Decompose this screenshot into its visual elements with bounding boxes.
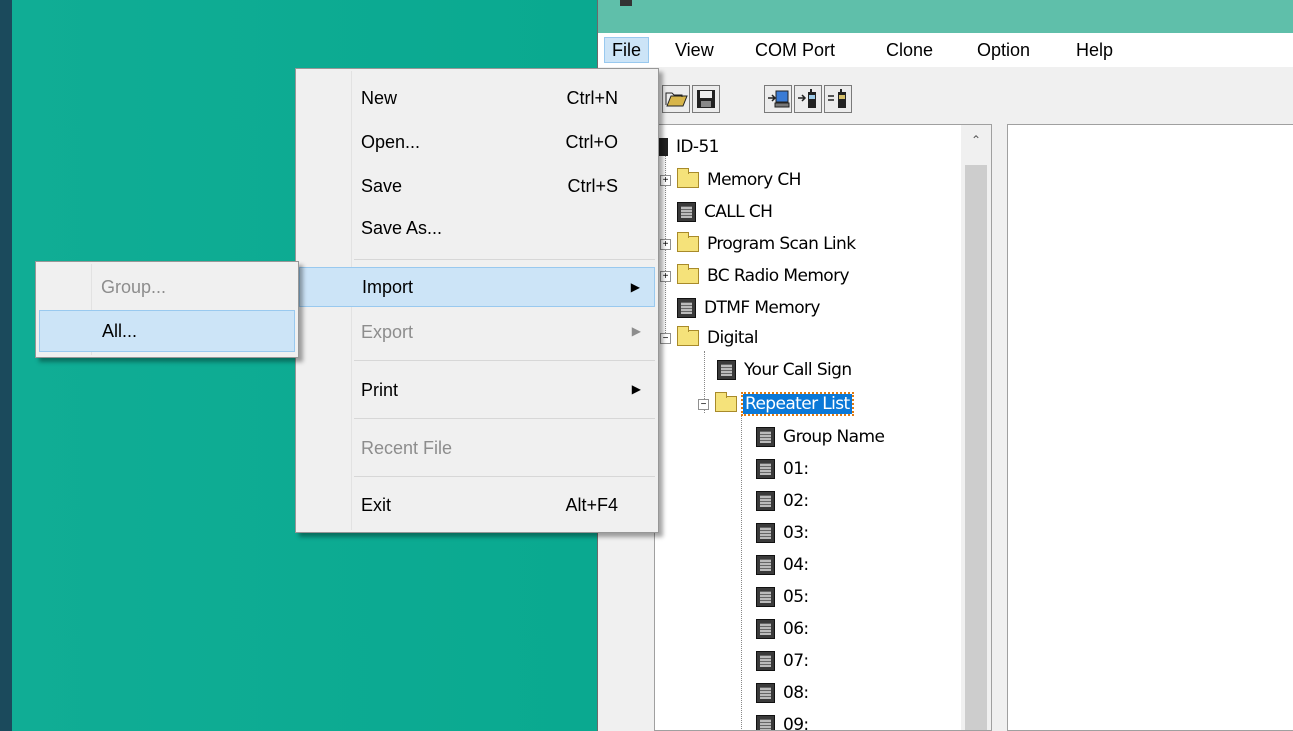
menu-item-print[interactable]: Print ▶ xyxy=(299,375,655,405)
submenu-item-all[interactable]: All... xyxy=(39,310,295,352)
document-icon xyxy=(756,491,775,511)
menu-com-port[interactable]: COM Port xyxy=(748,37,842,63)
toolbar xyxy=(598,67,1293,123)
document-icon xyxy=(756,523,775,543)
scroll-up-icon[interactable]: ⌃ xyxy=(961,125,991,155)
document-icon xyxy=(717,360,736,380)
menu-item-save-as[interactable]: Save As... xyxy=(299,213,655,243)
document-icon xyxy=(756,683,775,703)
radio-icon xyxy=(659,138,668,156)
folder-icon xyxy=(677,168,699,188)
collapse-icon[interactable]: − xyxy=(660,332,671,344)
tree-item-memory-ch[interactable]: + Memory CH xyxy=(660,165,803,195)
document-icon xyxy=(756,619,775,639)
document-icon xyxy=(677,298,696,318)
app-window: File View COM Port Clone Option Help ID-… xyxy=(597,0,1293,731)
menu-item-import[interactable]: Import ▶ xyxy=(299,267,655,307)
tree-item-root[interactable]: ID-51 xyxy=(659,132,721,162)
tree-item-repeater[interactable]: 02: xyxy=(756,486,811,516)
menu-item-save[interactable]: Save Ctrl+S xyxy=(299,171,655,201)
menu-separator xyxy=(354,259,655,260)
document-icon xyxy=(756,715,775,730)
tree-item-repeater[interactable]: 05: xyxy=(756,582,811,612)
expand-icon[interactable]: + xyxy=(660,238,671,250)
read-from-radio-icon[interactable] xyxy=(764,85,792,113)
menu-clone[interactable]: Clone xyxy=(879,37,940,63)
folder-icon xyxy=(715,392,737,412)
tree-scrollbar[interactable]: ⌃ xyxy=(961,125,991,730)
menu-item-exit[interactable]: Exit Alt+F4 xyxy=(299,490,655,520)
folder-icon xyxy=(677,264,699,284)
submenu-arrow-icon: ▶ xyxy=(631,382,641,396)
tree-item-repeater[interactable]: 07: xyxy=(756,646,811,676)
tree-item-repeater[interactable]: 06: xyxy=(756,614,811,644)
tree-item-repeater-list[interactable]: − Repeater List xyxy=(698,389,854,419)
tree-item-dtmf-memory[interactable]: DTMF Memory xyxy=(677,293,822,323)
submenu-arrow-icon: ▶ xyxy=(631,324,641,338)
scrollbar-thumb[interactable] xyxy=(965,165,987,730)
submenu-item-group: Group... xyxy=(101,277,167,297)
menu-item-new[interactable]: New Ctrl+N xyxy=(299,83,655,113)
save-disk-icon[interactable] xyxy=(692,85,720,113)
tree-view[interactable]: ID-51 + Memory CH CALL CH + Program Scan… xyxy=(654,124,992,731)
submenu-arrow-icon: ▶ xyxy=(630,280,640,294)
collapse-icon[interactable]: − xyxy=(698,398,709,410)
tree-item-repeater[interactable]: 09: xyxy=(756,710,811,730)
menu-separator xyxy=(354,360,655,361)
expand-icon[interactable]: + xyxy=(660,174,671,186)
menu-file[interactable]: File xyxy=(604,37,650,63)
tree-item-repeater[interactable]: 08: xyxy=(756,678,811,708)
title-bar[interactable] xyxy=(598,0,1293,33)
expand-icon[interactable]: + xyxy=(660,270,671,282)
tree-item-digital[interactable]: − Digital xyxy=(660,323,760,353)
document-icon xyxy=(756,587,775,607)
tree-item-repeater[interactable]: 04: xyxy=(756,550,811,580)
import-submenu: Group... All... xyxy=(35,261,299,358)
menu-view[interactable]: View xyxy=(668,37,721,63)
clone-radio-icon[interactable] xyxy=(824,85,852,113)
menu-item-open[interactable]: Open... Ctrl+O xyxy=(299,127,655,157)
menu-item-recent-file: Recent File xyxy=(361,438,453,458)
tree-connector xyxy=(741,415,742,730)
open-folder-icon[interactable] xyxy=(662,85,690,113)
detail-pane[interactable] xyxy=(1007,124,1293,731)
tree-item-your-call-sign[interactable]: Your Call Sign xyxy=(717,355,854,385)
document-icon xyxy=(756,651,775,671)
app-icon xyxy=(620,0,632,6)
document-icon xyxy=(677,202,696,222)
tree-item-repeater[interactable]: 01: xyxy=(756,454,811,484)
menu-separator xyxy=(354,418,655,419)
tree-item-group-name[interactable]: Group Name xyxy=(756,422,886,452)
document-icon xyxy=(756,427,775,447)
tree-item-bc-radio-memory[interactable]: + BC Radio Memory xyxy=(660,261,851,291)
write-to-radio-icon[interactable] xyxy=(794,85,822,113)
menu-bar: File View COM Port Clone Option Help xyxy=(598,33,1293,67)
folder-icon xyxy=(677,326,699,346)
tree-item-call-ch[interactable]: CALL CH xyxy=(677,197,774,227)
document-icon xyxy=(756,555,775,575)
file-menu: New Ctrl+N Open... Ctrl+O Save Ctrl+S Save … xyxy=(295,68,659,533)
menu-option[interactable]: Option xyxy=(970,37,1037,63)
document-icon xyxy=(756,459,775,479)
menu-separator xyxy=(354,476,655,477)
tree-item-repeater[interactable]: 03: xyxy=(756,518,811,548)
menu-item-export: Export ▶ xyxy=(361,322,641,342)
folder-icon xyxy=(677,232,699,252)
menu-help[interactable]: Help xyxy=(1069,37,1120,63)
tree-item-program-scan-link[interactable]: + Program Scan Link xyxy=(660,229,857,259)
